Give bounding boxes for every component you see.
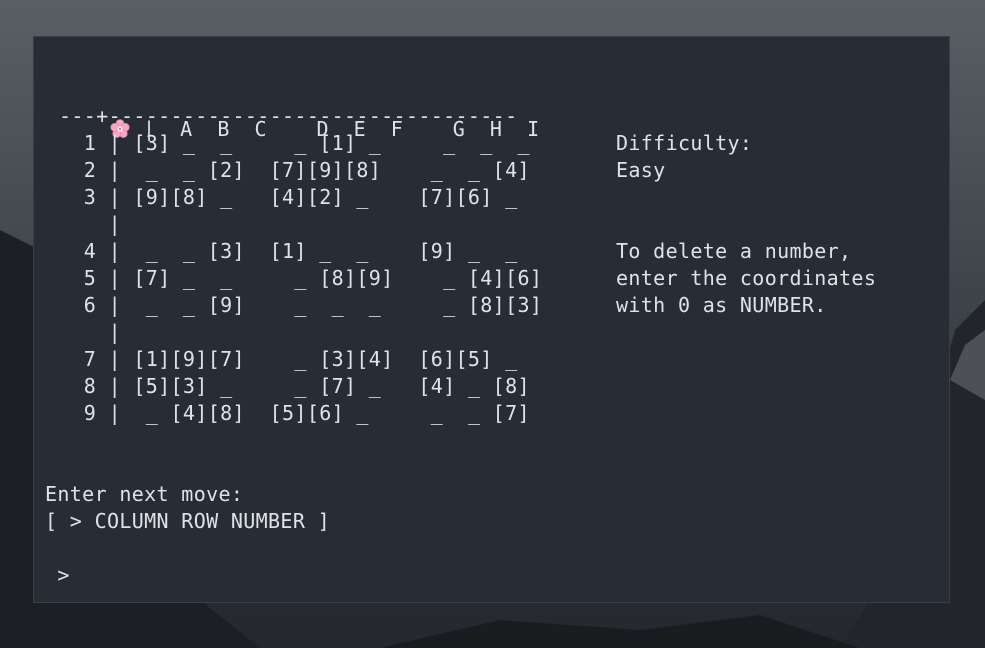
board-row-7: 7 | [1][9][7] _ [3][4] [6][5] _ (59, 347, 518, 371)
board-row-4: 4 | _ _ [3] [1] _ _ [9] _ _ (59, 239, 518, 263)
help-text-line-2: enter the coordinates (616, 266, 877, 290)
prompt-format: [ > COLUMN ROW NUMBER ] (45, 509, 330, 533)
board-row-6: 6 | _ _ [9] _ _ _ _ [8][3] (59, 293, 543, 317)
difficulty-label: Difficulty: (616, 131, 753, 155)
board-spacer-1: | (59, 212, 121, 236)
help-text-line-1: To delete a number, (616, 239, 852, 263)
board-row-5: 5 | [7] _ _ _ [8][9] _ [4][6] (59, 266, 543, 290)
board-spacer-2: | (59, 320, 121, 344)
board-separator: ---+--------------------------------- (59, 104, 518, 128)
board-row-8: 8 | [5][3] _ _ [7] _ [4] _ [8] (59, 374, 530, 398)
help-text-line-3: with 0 as NUMBER. (616, 293, 827, 317)
terminal-window[interactable]: | A B C D E F G H I ---+----------------… (33, 36, 950, 603)
command-input[interactable]: > (45, 562, 70, 589)
board-row-1: 1 | [3] _ _ _ [1] _ _ _ _ (59, 131, 530, 155)
board-row-2: 2 | _ _ [2] [7][9][8] _ _ [4] (59, 158, 530, 182)
board-row-9: 9 | _ [4][8] [5][6] _ _ _ [7] (59, 401, 530, 425)
input-prompt-symbol: > (45, 563, 70, 587)
prompt-instruction: Enter next move: (45, 482, 244, 506)
board-row-3: 3 | [9][8] _ [4][2] _ [7][6] _ (59, 185, 518, 209)
difficulty-value: Easy (616, 158, 666, 182)
